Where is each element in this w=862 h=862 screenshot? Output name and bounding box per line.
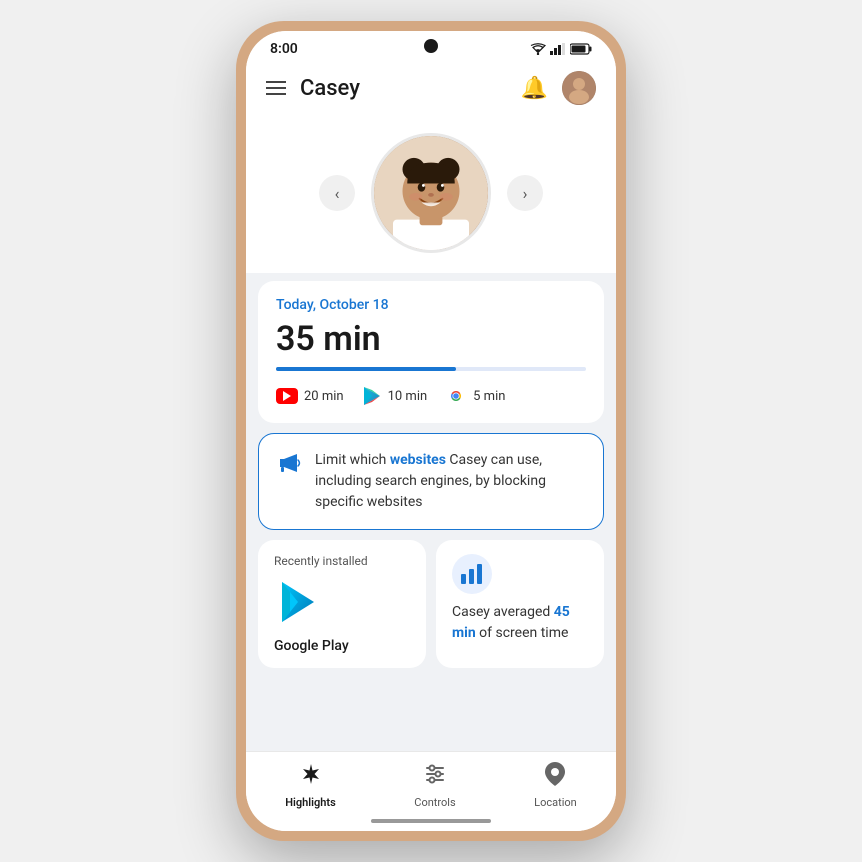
nav-location[interactable]: Location bbox=[534, 762, 577, 809]
phone-screen: 8:00 bbox=[246, 31, 616, 831]
chart-icon bbox=[452, 554, 492, 594]
home-bar bbox=[371, 819, 491, 823]
app-stat-youtube: 20 min bbox=[276, 388, 344, 404]
recently-label: Recently installed bbox=[274, 554, 410, 568]
nav-title: Casey bbox=[300, 76, 360, 101]
nav-left: Casey bbox=[266, 76, 360, 101]
child-avatar-image bbox=[374, 133, 488, 253]
location-icon bbox=[545, 762, 565, 792]
profile-row: ‹ bbox=[319, 133, 543, 253]
next-profile-button[interactable]: › bbox=[507, 175, 543, 211]
chrome-duration: 5 min bbox=[473, 389, 505, 404]
app-stats: 20 min bbox=[276, 385, 586, 407]
child-avatar[interactable] bbox=[371, 133, 491, 253]
home-indicator bbox=[246, 815, 616, 831]
playstore-duration: 10 min bbox=[388, 389, 428, 404]
controls-icon bbox=[423, 762, 447, 792]
stats-card: Today, October 18 35 min 20 min bbox=[258, 281, 604, 423]
profile-section: ‹ bbox=[246, 117, 616, 273]
scroll-content: ‹ bbox=[246, 117, 616, 751]
nav-highlights[interactable]: Highlights bbox=[285, 762, 336, 809]
recently-app-name: Google Play bbox=[274, 638, 410, 654]
progress-bar bbox=[276, 367, 586, 371]
playstore-mini-icon bbox=[362, 386, 382, 406]
google-play-icon bbox=[274, 578, 322, 626]
recently-installed-card[interactable]: Recently installed bbox=[258, 540, 426, 668]
highlights-label: Highlights bbox=[285, 796, 336, 809]
progress-bar-fill bbox=[276, 367, 456, 371]
chrome-icon bbox=[445, 385, 467, 407]
app-stat-playstore: 10 min bbox=[362, 386, 428, 406]
nav-controls[interactable]: Controls bbox=[414, 762, 455, 809]
parent-avatar[interactable] bbox=[562, 71, 596, 105]
prev-profile-button[interactable]: ‹ bbox=[319, 175, 355, 211]
signal-icon bbox=[550, 43, 566, 55]
avg-highlight: 45 min bbox=[452, 604, 570, 641]
youtube-icon bbox=[276, 388, 298, 404]
phone-frame: 8:00 bbox=[236, 21, 626, 841]
hamburger-menu-icon[interactable] bbox=[266, 81, 286, 95]
promo-card[interactable]: Limit which websites Casey can use, incl… bbox=[258, 433, 604, 530]
status-icons bbox=[530, 43, 592, 55]
app-stat-chrome: 5 min bbox=[445, 385, 505, 407]
wifi-icon bbox=[530, 43, 546, 55]
avg-screen-time-card[interactable]: Casey averaged 45 min of screen time bbox=[436, 540, 604, 668]
megaphone-icon bbox=[277, 452, 303, 480]
nav-right: 🔔 bbox=[521, 71, 596, 105]
parent-avatar-image bbox=[562, 71, 596, 105]
top-nav: Casey 🔔 bbox=[246, 63, 616, 117]
bottom-cards: Recently installed bbox=[258, 540, 604, 668]
battery-icon bbox=[570, 43, 592, 55]
bottom-nav: Highlights Controls bbox=[246, 751, 616, 815]
stats-time: 35 min bbox=[276, 319, 586, 359]
location-label: Location bbox=[534, 796, 577, 809]
promo-text: Limit which websites Casey can use, incl… bbox=[315, 450, 585, 513]
camera-notch bbox=[424, 39, 438, 53]
status-time: 8:00 bbox=[270, 41, 298, 57]
bell-icon[interactable]: 🔔 bbox=[521, 76, 548, 101]
youtube-duration: 20 min bbox=[304, 389, 344, 404]
avg-text: Casey averaged 45 min of screen time bbox=[452, 602, 588, 644]
highlights-icon bbox=[299, 762, 323, 792]
controls-label: Controls bbox=[414, 796, 455, 809]
stats-date: Today, October 18 bbox=[276, 297, 586, 313]
